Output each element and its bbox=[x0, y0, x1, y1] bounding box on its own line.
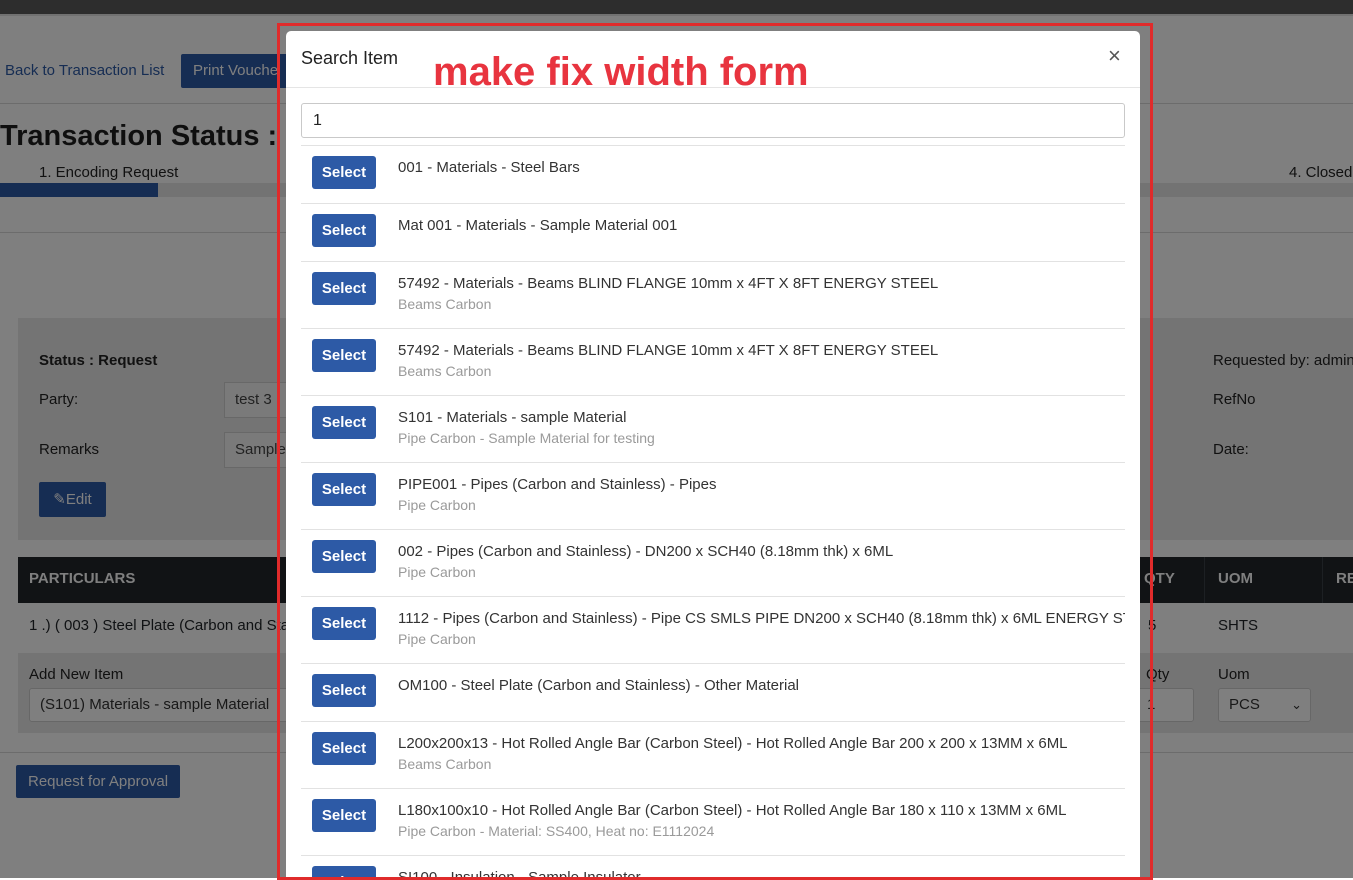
annotation-highlight-box bbox=[277, 23, 1153, 880]
annotation-text: make fix width form bbox=[433, 50, 809, 94]
